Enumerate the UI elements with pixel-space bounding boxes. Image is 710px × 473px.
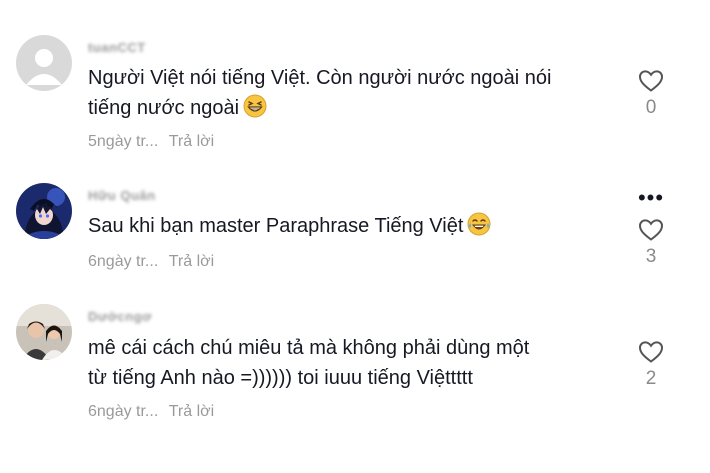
comment-text-line: Người Việt nói tiếng Việt. Còn người nướ… — [88, 67, 552, 89]
heart-icon[interactable] — [638, 218, 664, 242]
more-options-icon[interactable]: ••• — [634, 187, 668, 209]
comment-text-line: Sau khi bạn master Paraphrase Tiếng Việt — [88, 215, 464, 237]
avatar[interactable] — [16, 183, 72, 239]
anime-avatar-icon — [16, 183, 72, 239]
comment-meta: 6ngày tr... Trả lời — [88, 403, 214, 421]
comment-username[interactable]: Hữu Quân — [88, 188, 156, 203]
heart-icon[interactable] — [638, 340, 664, 364]
like-count: 3 — [645, 246, 657, 267]
grinning-squint-face-icon — [243, 94, 267, 127]
comment-text: Người Việt nói tiếng Việt. Còn người nướ… — [88, 63, 628, 127]
like-count: 0 — [645, 97, 657, 118]
comment-meta: 6ngày tr... Trả lời — [88, 253, 214, 271]
avatar[interactable] — [16, 304, 72, 360]
tears-of-joy-face-icon — [467, 212, 491, 245]
reply-button[interactable]: Trả lời — [169, 253, 214, 270]
comment-time: 5ngày tr... — [88, 133, 159, 150]
heart-icon[interactable] — [638, 69, 664, 93]
comment-time: 6ngày tr... — [88, 253, 159, 270]
photo-avatar-icon — [16, 304, 72, 360]
comment-text-line-with-emoji: tiếng nước ngoài — [88, 93, 628, 127]
comment-text: Sau khi bạn master Paraphrase Tiếng Việt — [88, 211, 628, 245]
comment-username[interactable]: tuanCCT — [88, 40, 146, 55]
reply-button[interactable]: Trả lời — [169, 403, 214, 420]
comment-text: mê cái cách chú miêu tả mà không phải dù… — [88, 333, 628, 393]
comment-text-line: mê cái cách chú miêu tả mà không phải dù… — [88, 337, 530, 359]
comment-text-line: từ tiếng Anh nào =)))))) toi iuuu tiếng … — [88, 367, 473, 389]
like-control[interactable]: 0 — [634, 69, 668, 119]
comment-username[interactable]: Dướcngơ — [88, 309, 152, 324]
comment-text-line: tiếng nước ngoài — [88, 97, 240, 119]
like-control[interactable]: 3 — [634, 218, 668, 268]
comment-text-line-with-emoji: Sau khi bạn master Paraphrase Tiếng Việt — [88, 211, 628, 245]
like-count: 2 — [645, 368, 657, 389]
reply-button[interactable]: Trả lời — [169, 133, 214, 150]
avatar-placeholder[interactable] — [16, 35, 72, 91]
like-control[interactable]: 2 — [634, 340, 668, 390]
default-user-icon — [16, 35, 72, 91]
comment-meta: 5ngày tr... Trả lời — [88, 133, 214, 151]
comment-time: 6ngày tr... — [88, 403, 159, 420]
